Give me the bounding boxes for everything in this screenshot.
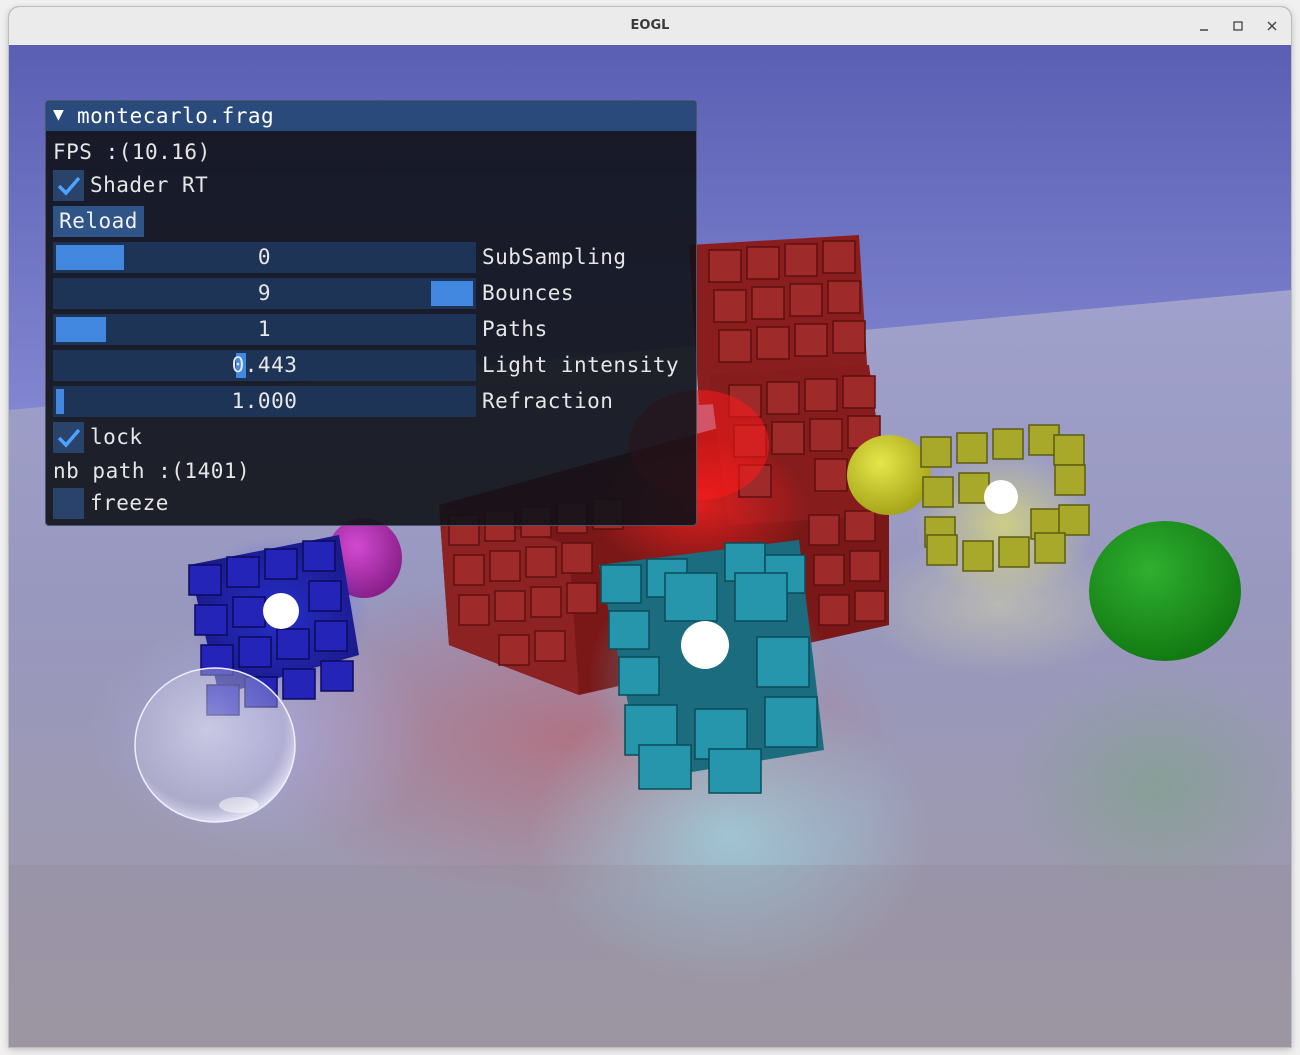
minimize-icon (1200, 29, 1208, 31)
panel-header[interactable]: ▼ montecarlo.frag (46, 101, 696, 131)
subsampling-slider[interactable]: 0 (53, 242, 476, 273)
close-icon (1267, 21, 1277, 31)
freeze-checkbox[interactable] (53, 488, 84, 519)
checkmark-icon (57, 428, 81, 448)
minimize-button[interactable] (1194, 16, 1214, 36)
render-viewport[interactable]: ▼ montecarlo.frag FPS :(10.16) Shader RT… (9, 45, 1291, 1047)
maximize-button[interactable] (1228, 16, 1248, 36)
glass-sphere (134, 667, 296, 823)
slider-value: 0.443 (231, 353, 298, 377)
subsampling-label: SubSampling (482, 245, 627, 269)
app-window: EOGL ▼ montecarlo.frag FPS:(10.16) Shad… (9, 7, 1291, 1047)
panel-title: montecarlo.frag (77, 104, 275, 128)
bounces-slider[interactable]: 9 (53, 278, 476, 309)
green-sphere (1089, 521, 1241, 661)
imgui-panel: ▼ montecarlo.frag FPS :(10.16) Shader RT… (45, 100, 697, 526)
slider-value: 1 (257, 317, 272, 341)
shader-rt-checkbox[interactable] (53, 170, 84, 201)
fps-readout: FPS :(10.16) (53, 140, 211, 164)
window-title: EOGL (630, 18, 670, 33)
paths-label: Paths (482, 317, 548, 341)
lock-label: lock (90, 425, 143, 449)
close-button[interactable] (1262, 16, 1282, 36)
slider-value: 0 (257, 245, 272, 269)
title-bar[interactable]: EOGL (9, 7, 1291, 46)
checkmark-icon (57, 176, 81, 196)
collapse-arrow-icon[interactable]: ▼ (53, 104, 64, 125)
shader-rt-label: Shader RT (90, 173, 209, 197)
paths-slider[interactable]: 1 (53, 314, 476, 345)
refraction-label: Refraction (482, 389, 614, 413)
bounces-label: Bounces (482, 281, 575, 305)
refraction-slider[interactable]: 1.000 (53, 386, 476, 417)
slider-value: 9 (257, 281, 272, 305)
light-intensity-label: Light intensity (482, 353, 680, 377)
nb-path-readout: nb path :(1401) (53, 459, 251, 483)
light-intensity-slider[interactable]: 0.443 (53, 350, 476, 381)
lock-checkbox[interactable] (53, 422, 84, 453)
slider-value: 1.000 (231, 389, 298, 413)
reload-button[interactable]: Reload (53, 206, 144, 237)
cyan-cube-grid (589, 540, 829, 794)
maximize-icon (1233, 21, 1243, 31)
freeze-label: freeze (90, 491, 169, 515)
